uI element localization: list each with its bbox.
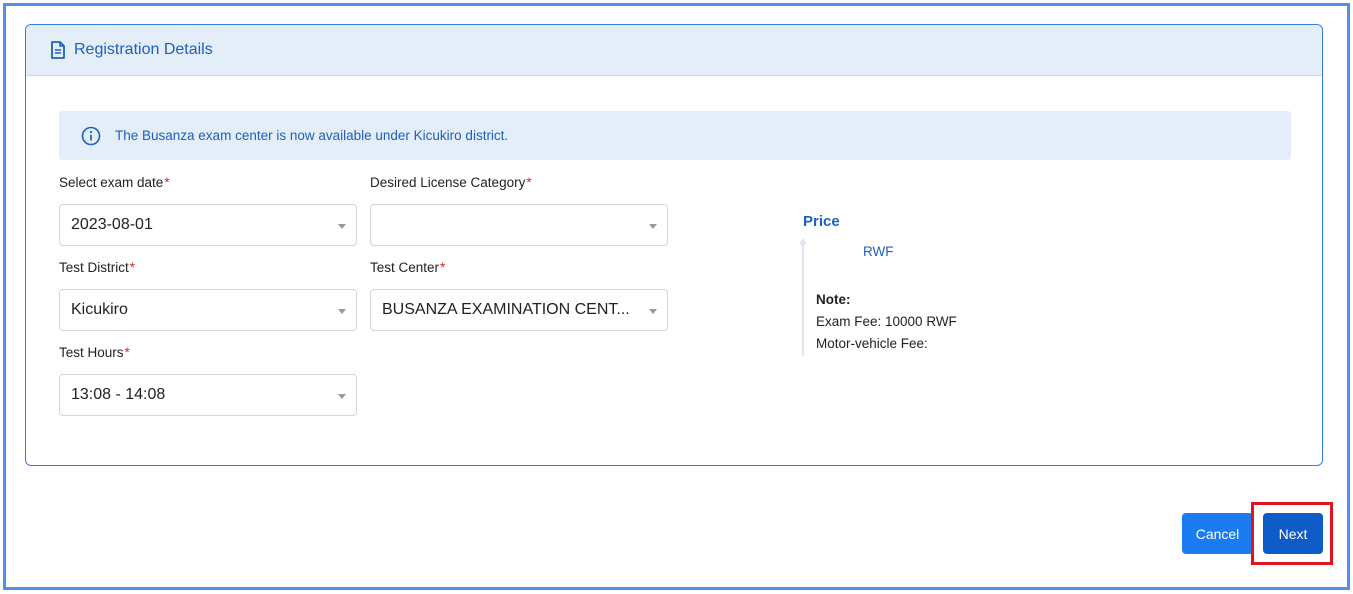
chevron-down-icon <box>338 394 346 399</box>
license-category-select[interactable] <box>370 204 668 246</box>
required-asterisk: * <box>440 260 446 275</box>
exam-date-value: 2023-08-01 <box>71 216 153 233</box>
alert-message: The Busanza exam center is now available… <box>115 128 509 143</box>
cancel-button[interactable]: Cancel <box>1182 513 1253 554</box>
registration-details-card: Registration Details The Busanza exam ce… <box>25 24 1323 466</box>
test-center-select[interactable]: BUSANZA EXAMINATION CENT... <box>370 289 668 331</box>
test-hours-value: 13:08 - 14:08 <box>71 386 166 403</box>
next-button-highlight <box>1251 502 1333 565</box>
chevron-down-icon <box>338 309 346 314</box>
test-center-label-text: Test Center <box>370 260 440 275</box>
chevron-down-icon <box>649 309 657 314</box>
card-header: Registration Details <box>26 25 1322 76</box>
chevron-down-icon <box>649 224 657 229</box>
test-district-label-text: Test District <box>59 260 129 275</box>
test-hours-select[interactable]: 13:08 - 14:08 <box>59 374 357 416</box>
required-asterisk: * <box>124 345 130 360</box>
required-asterisk: * <box>129 260 136 275</box>
info-icon <box>81 126 101 146</box>
test-district-value: Kicukiro <box>71 301 128 318</box>
test-center-label: Test Center* <box>370 260 445 275</box>
test-center-value: BUSANZA EXAMINATION CENT... <box>382 301 630 318</box>
exam-date-label-text: Select exam date <box>59 175 164 190</box>
note-title: Note: <box>816 292 851 307</box>
test-district-select[interactable]: Kicukiro <box>59 289 357 331</box>
test-district-label: Test District* <box>59 260 135 275</box>
test-hours-label: Test Hours* <box>59 345 130 360</box>
timeline-dot <box>800 240 806 246</box>
test-hours-label-text: Test Hours <box>59 345 124 360</box>
required-asterisk: * <box>164 175 170 190</box>
motor-vehicle-fee-text: Motor-vehicle Fee: <box>816 336 928 351</box>
exam-fee-text: Exam Fee: 10000 RWF <box>816 314 957 329</box>
price-title: Price <box>803 213 840 230</box>
exam-date-label: Select exam date* <box>59 175 170 190</box>
document-icon <box>50 41 66 59</box>
required-asterisk: * <box>526 175 532 190</box>
card-title: Registration Details <box>74 41 213 58</box>
license-category-label: Desired License Category* <box>370 175 532 190</box>
license-category-label-text: Desired License Category <box>370 175 526 190</box>
info-alert: The Busanza exam center is now available… <box>59 111 1291 160</box>
chevron-down-icon <box>338 224 346 229</box>
price-currency: RWF <box>863 244 894 259</box>
timeline-line <box>802 239 804 356</box>
exam-date-select[interactable]: 2023-08-01 <box>59 204 357 246</box>
